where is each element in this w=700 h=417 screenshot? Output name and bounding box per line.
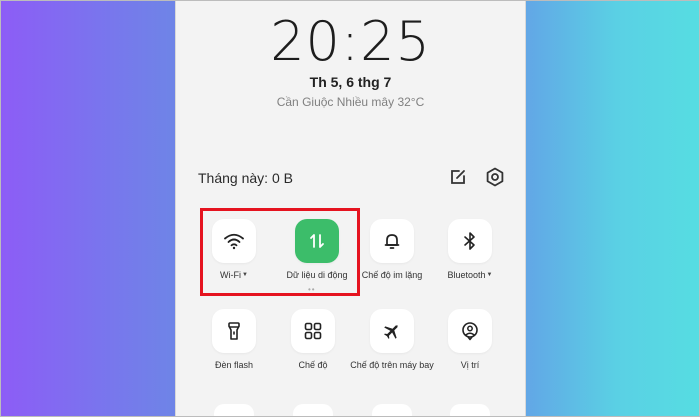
- tile-partial[interactable]: [214, 404, 254, 417]
- phone-screen: 20:25 Th 5, 6 thg 7 Cần Giuộc Nhiều mây …: [175, 0, 526, 417]
- lockscreen-clock: 20:25: [270, 10, 431, 73]
- modes-toggle[interactable]: [291, 309, 335, 353]
- dropdown-caret-icon: ▼: [486, 272, 493, 278]
- bell-icon: [384, 234, 400, 249]
- tile-label-bluetooth: Bluetooth▼: [447, 270, 493, 280]
- airplane-icon: [384, 325, 398, 339]
- lockscreen-weather: Cần Giuộc Nhiều mây 32°C: [276, 95, 425, 109]
- data-usage-label: Tháng này: 0 B: [198, 170, 293, 186]
- tile-partial[interactable]: [450, 404, 490, 417]
- flashlight-toggle[interactable]: [212, 309, 256, 353]
- settings-icon[interactable]: [483, 165, 507, 189]
- airplane-mode-toggle[interactable]: [370, 309, 414, 353]
- edit-icon[interactable]: [446, 165, 470, 189]
- silent-mode-toggle[interactable]: [370, 219, 414, 263]
- lockscreen-date: Th 5, 6 thg 7: [309, 74, 392, 90]
- mobile-data-icon: [310, 234, 324, 248]
- bluetooth-icon: [464, 232, 475, 250]
- tile-label-location: Vị trí: [460, 360, 480, 370]
- tile-bluetooth[interactable]: Bluetooth▼: [420, 219, 520, 281]
- tile-location[interactable]: Vị trí: [420, 309, 520, 371]
- location-icon: [462, 322, 478, 341]
- mobile-data-toggle[interactable]: [295, 219, 339, 263]
- dropdown-caret-icon: ▼: [242, 272, 248, 278]
- tile-partial[interactable]: [372, 404, 412, 417]
- tile-partial[interactable]: [293, 404, 333, 417]
- flashlight-icon: [228, 322, 240, 340]
- page-indicator-dots: ••: [308, 285, 316, 294]
- bluetooth-toggle[interactable]: [448, 219, 492, 263]
- wifi-toggle[interactable]: [212, 219, 256, 263]
- location-toggle[interactable]: [448, 309, 492, 353]
- wifi-icon: [224, 233, 244, 250]
- modes-icon: [304, 322, 322, 340]
